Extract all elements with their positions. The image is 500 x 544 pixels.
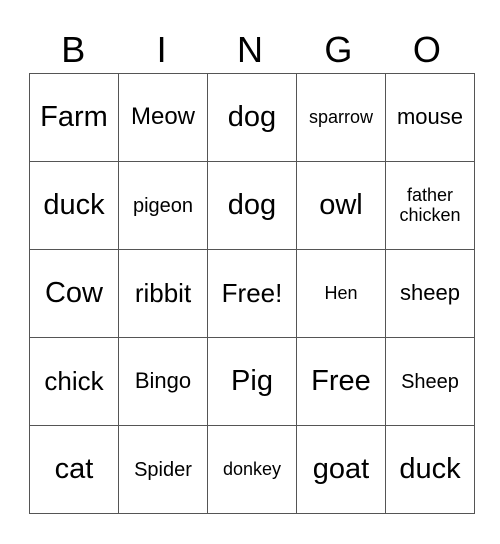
bingo-cell[interactable]: ribbit (118, 249, 208, 338)
header-letter-o: O (412, 29, 441, 70)
bingo-cell[interactable]: Meow (118, 73, 208, 162)
bingo-cell[interactable]: goat (296, 425, 386, 514)
header-letter-i: I (156, 29, 167, 70)
bingo-cell[interactable]: Bingo (118, 337, 208, 426)
bingo-cell[interactable]: pigeon (118, 161, 208, 250)
bingo-cell[interactable]: sparrow (296, 73, 386, 162)
bingo-header: B I N G O (29, 28, 471, 72)
bingo-cell[interactable]: Sheep (385, 337, 475, 426)
bingo-cell[interactable]: donkey (207, 425, 297, 514)
card-row: duck pigeon dog owl father chicken (29, 161, 475, 250)
header-letter-b: B (61, 29, 86, 70)
bingo-cell[interactable]: cat (29, 425, 119, 514)
bingo-cell[interactable]: Farm (29, 73, 119, 162)
card-row: Farm Meow dog sparrow mouse (29, 73, 475, 162)
bingo-cell[interactable]: owl (296, 161, 386, 250)
bingo-cell[interactable]: Free (296, 337, 386, 426)
header-letter-g: G (324, 29, 353, 70)
bingo-cell[interactable]: Free! (207, 249, 297, 338)
bingo-cell[interactable]: duck (29, 161, 119, 250)
bingo-cell[interactable]: Pig (207, 337, 297, 426)
bingo-cell[interactable]: dog (207, 161, 297, 250)
bingo-card: Farm Meow dog sparrow mouse duck pigeon … (29, 73, 475, 514)
bingo-cell[interactable]: chick (29, 337, 119, 426)
card-row: Cow ribbit Free! Hen sheep (29, 249, 475, 338)
bingo-cell[interactable]: father chicken (385, 161, 475, 250)
bingo-cell[interactable]: duck (385, 425, 475, 514)
bingo-cell[interactable]: Spider (118, 425, 208, 514)
bingo-cell[interactable]: mouse (385, 73, 475, 162)
header-letter-n: N (237, 29, 264, 70)
bingo-cell[interactable]: Hen (296, 249, 386, 338)
bingo-cell[interactable]: dog (207, 73, 297, 162)
bingo-cell[interactable]: Cow (29, 249, 119, 338)
bingo-cell[interactable]: sheep (385, 249, 475, 338)
card-row: chick Bingo Pig Free Sheep (29, 337, 475, 426)
card-row: cat Spider donkey goat duck (29, 425, 475, 514)
